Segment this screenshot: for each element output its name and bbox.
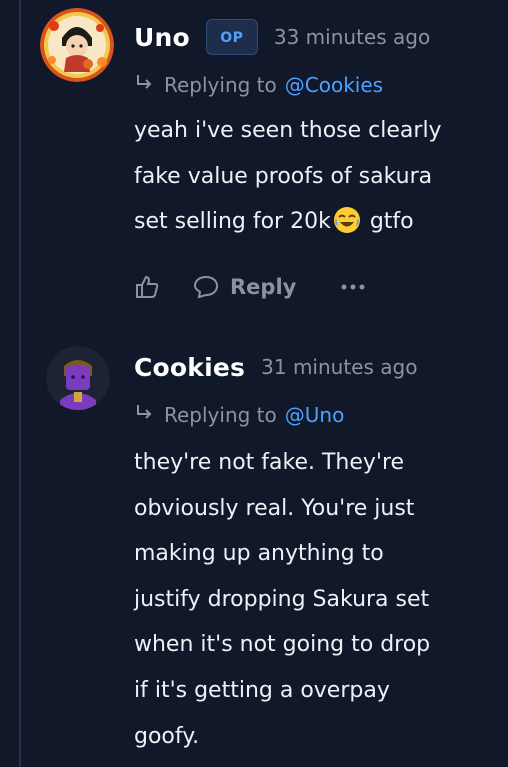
username[interactable]: Cookies — [134, 353, 245, 382]
more-options-button[interactable] — [340, 283, 366, 291]
comment-line: fake value proofs of sakura — [134, 163, 433, 189]
reply-button[interactable]: Reply — [192, 274, 296, 300]
mention-link[interactable]: @Uno — [285, 403, 345, 427]
comment-line: yeah i've seen those clearly — [134, 118, 442, 143]
chat-bubble-icon — [193, 275, 219, 299]
reply-label: Reply — [230, 275, 297, 299]
comment-line: goofy. — [134, 723, 200, 749]
avatar-cookies[interactable] — [46, 346, 110, 410]
op-badge: OP — [205, 19, 258, 55]
more-dots-icon — [341, 284, 365, 290]
replying-to-label: Replying to — [164, 72, 277, 97]
comment-thread: Uno OP 33 minutes ago Replying to @Cooki… — [0, 0, 508, 767]
replying-to: Replying to @Cookies — [134, 72, 383, 97]
reply-arrow-icon — [134, 72, 154, 97]
username[interactable]: Uno — [134, 23, 190, 52]
comment-line: they're not fake. They're — [134, 450, 405, 475]
comment-body: yeah i've seen those clearly fake value … — [134, 108, 442, 251]
like-button[interactable] — [134, 274, 160, 300]
comment-actions-uno: Reply — [134, 274, 366, 300]
thumbs-up-icon — [136, 275, 159, 298]
face-with-tears-of-joy-icon — [333, 205, 361, 251]
comment-line: obviously real. You're just — [134, 495, 415, 521]
timestamp[interactable]: 33 minutes ago — [274, 25, 430, 49]
reply-arrow-icon — [134, 402, 154, 427]
comment-header-uno: Uno OP 33 minutes ago — [134, 18, 430, 56]
thread-line — [19, 0, 21, 767]
replying-to-label: Replying to — [164, 402, 277, 427]
timestamp[interactable]: 31 minutes ago — [261, 355, 417, 379]
mention-link[interactable]: @Cookies — [285, 73, 383, 97]
comment-line: set selling for 20k gtfo — [134, 199, 442, 251]
comment-line: when it's not going to drop — [134, 632, 431, 658]
comment-line: making up anything to — [134, 541, 384, 567]
avatar-uno[interactable] — [40, 8, 114, 82]
comment-header-cookies: Cookies 31 minutes ago — [134, 348, 417, 386]
comment-line: justify dropping Sakura set — [134, 586, 430, 612]
anime-character-avatar-icon — [40, 8, 114, 82]
replying-to: Replying to @Uno — [134, 402, 344, 427]
comment-line: if it's getting a overpay — [134, 677, 390, 703]
comment-body: they're not fake. They're obviously real… — [134, 440, 430, 759]
purple-roblox-avatar-icon — [46, 346, 110, 410]
